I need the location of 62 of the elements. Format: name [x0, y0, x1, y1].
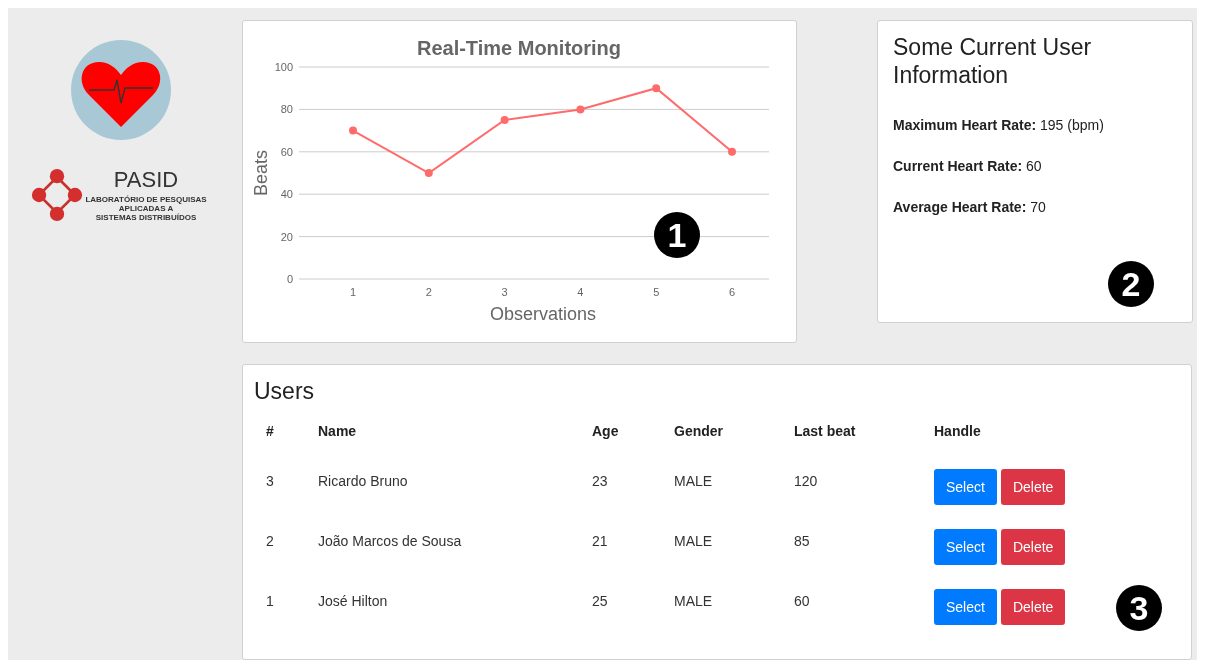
table-cell-text: 1: [266, 591, 275, 611]
delete-button[interactable]: Delete: [1000, 589, 1066, 625]
x-axis-title: Observations: [489, 304, 597, 324]
delete-button[interactable]: Delete: [1000, 529, 1066, 565]
data-point: [728, 147, 736, 156]
card-title: Users: [254, 377, 316, 405]
y-tick-label: 0: [286, 273, 293, 285]
table-cell-text: 23: [592, 471, 609, 491]
logo-subtitle: SISTEMAS DISTRIBUÍDOS: [95, 212, 197, 222]
logo-subtitle: APLICADAS A: [118, 203, 174, 213]
y-axis-title: Beats: [251, 150, 271, 196]
table-cell-text: 2: [266, 531, 275, 551]
info-line: Average Heart Rate: 70: [893, 198, 1047, 217]
data-point: [424, 169, 433, 177]
heart-logo-icon: [71, 40, 171, 140]
logo-name: PASID: [113, 168, 179, 191]
y-tick-label: 40: [280, 188, 293, 201]
y-tick-label: 100: [274, 61, 293, 73]
table-cell-text: MALE: [674, 471, 714, 491]
logo-subtitle: LABORATÓRIO DE PESQUISAS: [85, 194, 207, 204]
column-header: Name: [318, 421, 358, 441]
data-point: [500, 116, 509, 124]
x-tick-label: 6: [728, 286, 736, 298]
table-cell-text: MALE: [674, 591, 714, 611]
table-cell-text: João Marcos de Sousa: [318, 531, 463, 551]
data-point: [576, 105, 585, 114]
info-line: Current Heart Rate: 60: [893, 157, 1043, 176]
info-line: Maximum Heart Rate: 195 (bpm): [893, 116, 1105, 135]
column-header: Gender: [674, 421, 724, 441]
select-button[interactable]: Select: [934, 529, 997, 565]
network-logo-icon: [31, 168, 84, 222]
table-cell-text: 3: [266, 471, 275, 491]
y-tick-label: 80: [280, 103, 293, 116]
table-cell-text: 25: [592, 591, 609, 611]
x-tick-label: 1: [349, 286, 357, 298]
data-point: [652, 84, 661, 93]
column-header: Last beat: [794, 421, 857, 441]
table-cell-text: José Hilton: [318, 591, 389, 611]
x-tick-label: 2: [425, 286, 432, 298]
table-cell-text: MALE: [674, 531, 714, 551]
column-header: #: [266, 421, 275, 441]
data-point: [349, 126, 357, 135]
y-tick-label: 60: [280, 145, 293, 158]
select-button[interactable]: Select: [934, 589, 997, 625]
x-tick-label: 5: [653, 286, 660, 298]
x-tick-label: 3: [501, 286, 508, 298]
number-badge: 2: [1108, 261, 1154, 307]
number-badge: 3: [1116, 585, 1162, 631]
card-title: Some Current User Information: [893, 33, 1093, 89]
chart-title: Real-Time Monitoring: [416, 37, 622, 59]
table-cell-text: 120: [794, 471, 819, 491]
delete-button[interactable]: Delete: [1000, 469, 1066, 505]
x-tick-label: 4: [577, 286, 584, 298]
number-badge: 1: [654, 212, 700, 258]
y-tick-label: 20: [280, 230, 293, 243]
table-cell-text: 85: [794, 531, 811, 551]
column-header: Handle: [934, 421, 982, 441]
table-cell-text: Ricardo Bruno: [318, 471, 409, 491]
table-cell-text: 60: [794, 591, 811, 611]
column-header: Age: [592, 421, 620, 441]
table-cell-text: 21: [592, 531, 609, 551]
select-button[interactable]: Select: [934, 469, 997, 505]
